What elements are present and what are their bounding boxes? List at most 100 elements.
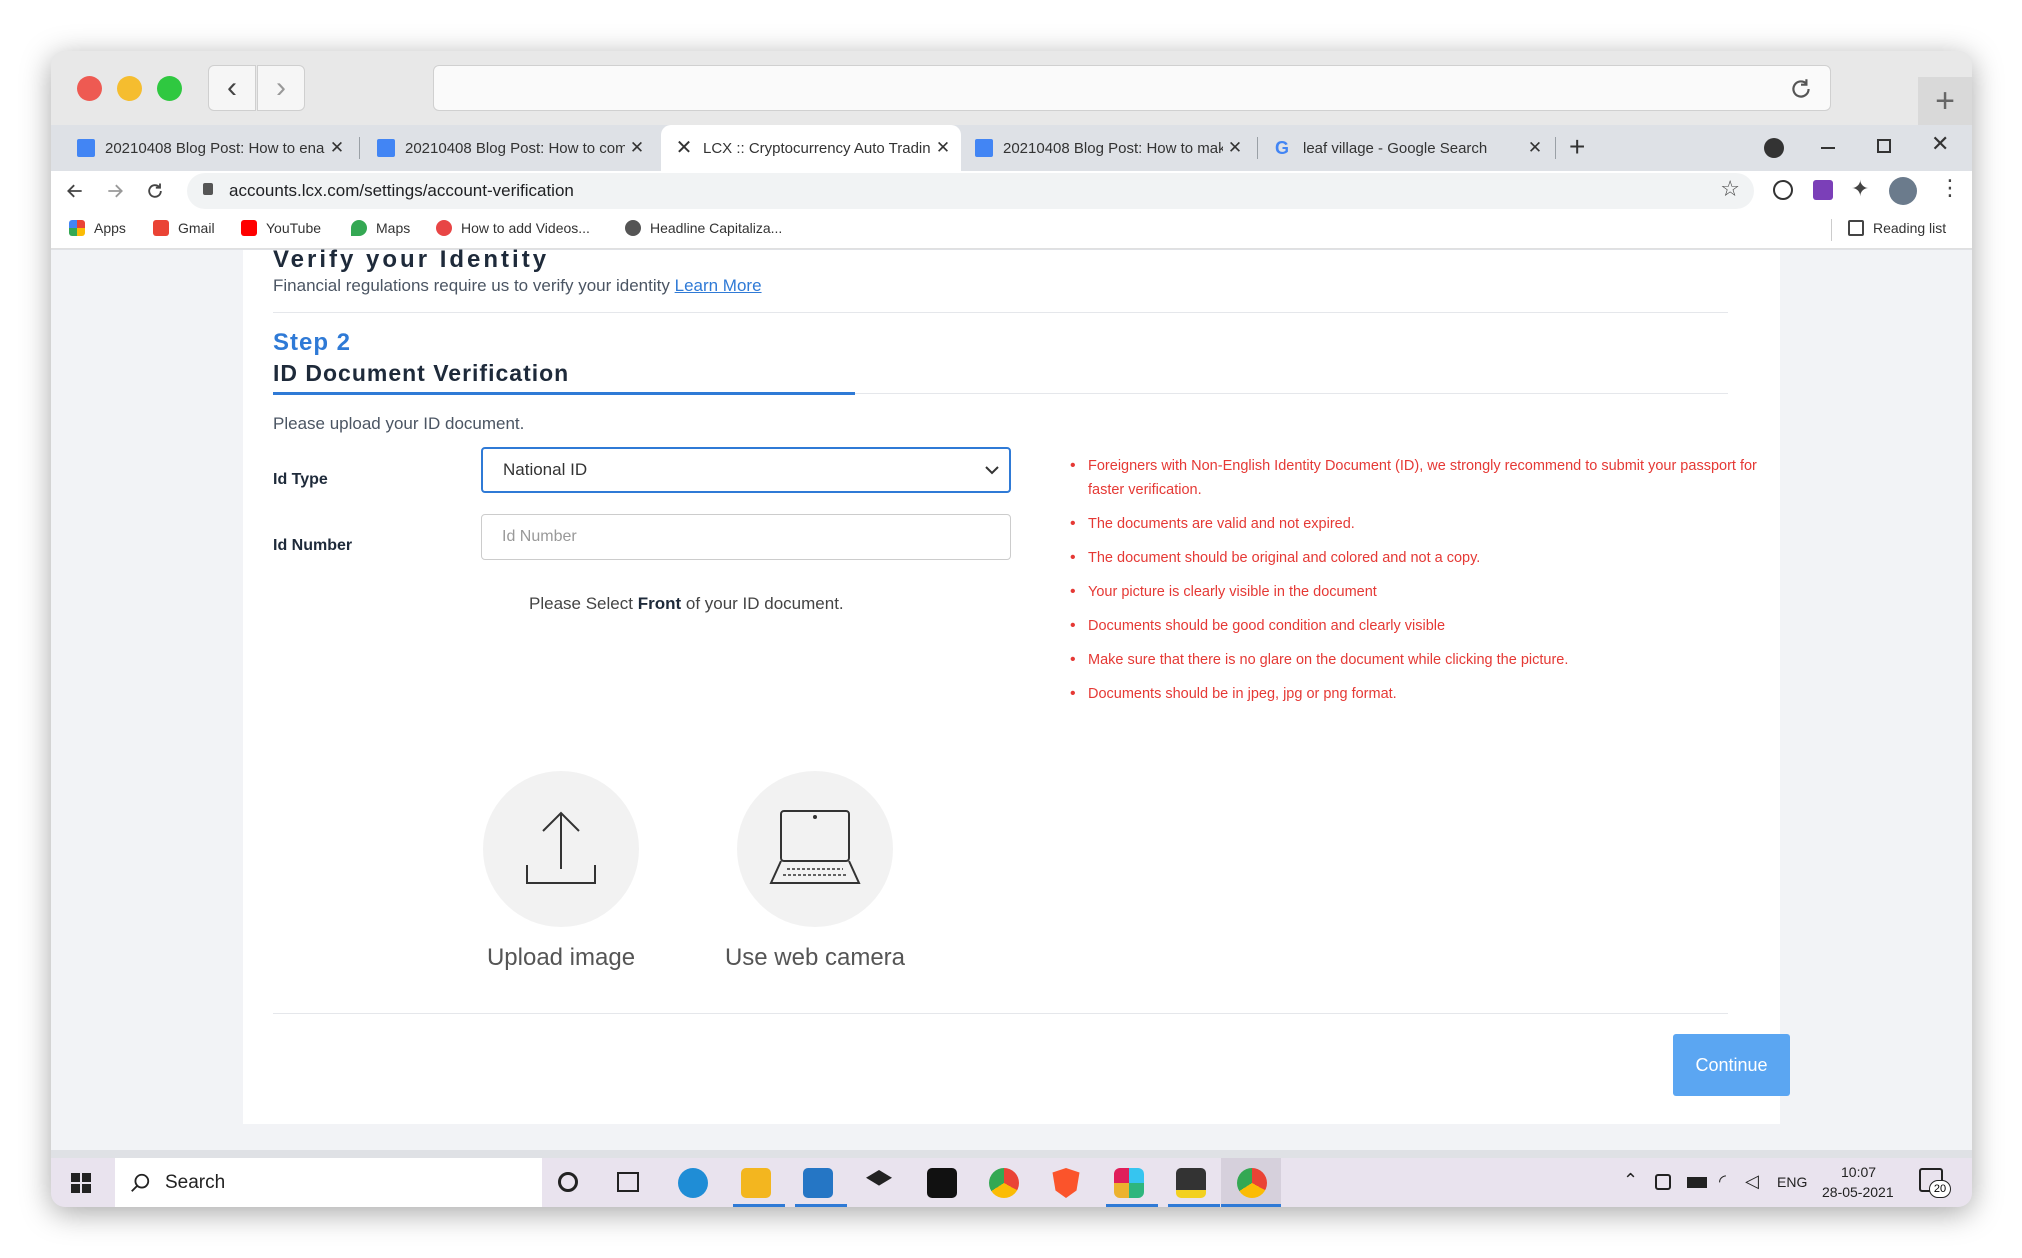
select-suffix: of your ID document.: [685, 594, 844, 613]
tab-title: 20210408 Blog Post: How to compl: [405, 139, 625, 157]
requirement-item: Documents should be good condition and c…: [1070, 614, 1445, 638]
bookmark-apps[interactable]: Apps: [69, 220, 126, 236]
step-label: Step 2: [273, 329, 352, 356]
tab-separator: [359, 137, 360, 159]
mac-back-button[interactable]: ‹: [208, 65, 256, 111]
tab-blog-post-2[interactable]: 20210408 Blog Post: How to compl ✕: [363, 125, 653, 171]
reload-icon[interactable]: [1788, 76, 1814, 102]
bookmark-videos[interactable]: How to add Videos...: [436, 220, 590, 236]
reading-list-button[interactable]: Reading list: [1848, 220, 1946, 236]
bookmark-maps[interactable]: Maps: [351, 220, 410, 236]
language-indicator[interactable]: ENG: [1777, 1174, 1807, 1190]
tab-blog-post-1[interactable]: 20210408 Blog Post: How to enable ✕: [63, 125, 353, 171]
use-web-camera-label[interactable]: Use web camera: [705, 944, 925, 972]
tray-chevron-up-icon[interactable]: ⌃: [1623, 1170, 1638, 1191]
device-icon[interactable]: [1655, 1174, 1671, 1190]
divider: [273, 312, 1728, 313]
chevron-right-icon: ›: [276, 71, 286, 104]
profile-avatar[interactable]: [1889, 177, 1917, 205]
brave-icon[interactable]: [1052, 1168, 1080, 1198]
reload-icon[interactable]: [145, 181, 165, 201]
tab-title: 20210408 Blog Post: How to enable: [105, 139, 325, 157]
upload-image-button[interactable]: [483, 771, 639, 927]
section-underline: [273, 392, 855, 395]
forward-arrow-icon[interactable]: [105, 181, 125, 201]
extension-info-icon[interactable]: [1773, 180, 1793, 200]
url-text[interactable]: accounts.lcx.com/settings/account-verifi…: [229, 181, 574, 201]
mac-forward-button[interactable]: ›: [257, 65, 305, 111]
id-number-input[interactable]: Id Number: [481, 514, 1011, 560]
cortana-icon[interactable]: [558, 1172, 578, 1192]
clock-date[interactable]: 28-05-2021: [1822, 1184, 1894, 1200]
chrome-active-icon[interactable]: [1237, 1168, 1267, 1198]
google-icon: G: [1275, 138, 1290, 158]
plus-icon: +: [1935, 81, 1955, 120]
bookmark-gmail[interactable]: Gmail: [153, 220, 215, 236]
tab-search-icon[interactable]: [1764, 138, 1784, 158]
bookmark-label: How to add Videos...: [461, 220, 590, 236]
bookmarks-bar: Apps Gmail YouTube Maps How to add Video…: [51, 211, 1972, 249]
wifi-icon[interactable]: ◜: [1719, 1171, 1726, 1192]
reading-list-label: Reading list: [1873, 220, 1947, 236]
mac-new-tab-button[interactable]: +: [1918, 77, 1972, 125]
mac-address-field[interactable]: [433, 65, 1831, 111]
requirement-item: Your picture is clearly visible in the d…: [1070, 580, 1377, 604]
extensions-puzzle-icon[interactable]: ✦: [1851, 176, 1869, 202]
maximize-window-button[interactable]: [157, 76, 182, 101]
volume-icon[interactable]: ◁: [1745, 1171, 1759, 1192]
battery-icon[interactable]: [1687, 1177, 1707, 1188]
bookmark-star-icon[interactable]: ☆: [1720, 176, 1740, 202]
chevron-left-icon: ‹: [227, 71, 237, 104]
search-icon: [131, 1173, 150, 1192]
close-tab-icon[interactable]: ✕: [325, 138, 349, 158]
upload-image-label[interactable]: Upload image: [451, 944, 671, 972]
sticky-notes-icon[interactable]: [1176, 1168, 1206, 1198]
windows-start-icon[interactable]: [71, 1173, 91, 1193]
requirement-item: The document should be original and colo…: [1070, 546, 1480, 570]
restore-icon[interactable]: [1877, 139, 1891, 153]
tab-lcx-active[interactable]: ✕ LCX :: Cryptocurrency Auto Trading ✕: [661, 125, 961, 171]
notification-count-badge: 20: [1929, 1180, 1951, 1198]
file-explorer-icon[interactable]: [741, 1168, 771, 1198]
close-tab-icon[interactable]: ✕: [931, 138, 955, 158]
close-browser-icon[interactable]: ✕: [1931, 131, 1949, 157]
omnibox[interactable]: accounts.lcx.com/settings/account-verifi…: [187, 173, 1754, 209]
id-type-value: National ID: [503, 460, 588, 479]
dropbox-icon[interactable]: [866, 1170, 892, 1186]
footer-divider: [273, 1013, 1728, 1014]
minimize-window-button[interactable]: [117, 76, 142, 101]
close-tab-icon[interactable]: ✕: [1223, 138, 1247, 158]
browser-window: ‹ › + 20210408 Blog Post: How to enable …: [51, 51, 1972, 1207]
select-front-instruction: Please Select Front of your ID document.: [529, 594, 844, 614]
new-tab-button[interactable]: +: [1569, 131, 1585, 163]
predator-icon[interactable]: [927, 1168, 957, 1198]
tab-strip: 20210408 Blog Post: How to enable ✕ 2021…: [51, 125, 1972, 171]
address-bar: accounts.lcx.com/settings/account-verifi…: [51, 171, 1972, 211]
taskbar-search-label: Search: [165, 1171, 226, 1193]
tab-title: LCX :: Cryptocurrency Auto Trading: [703, 139, 931, 157]
use-web-camera-button[interactable]: [737, 771, 893, 927]
bookmark-headline[interactable]: Headline Capitaliza...: [625, 220, 782, 236]
close-tab-icon[interactable]: ✕: [1523, 138, 1547, 158]
onenote-icon[interactable]: [1813, 180, 1833, 200]
continue-button[interactable]: Continue: [1673, 1034, 1790, 1096]
back-arrow-icon[interactable]: [65, 181, 85, 201]
chrome-icon[interactable]: [989, 1168, 1019, 1198]
mail-icon[interactable]: [803, 1168, 833, 1198]
bookmark-youtube[interactable]: YouTube: [241, 220, 321, 236]
tab-blog-post-3[interactable]: 20210408 Blog Post: How to make ✕: [961, 125, 1251, 171]
menu-kebab-icon[interactable]: ⋮: [1939, 175, 1961, 201]
close-tab-icon[interactable]: ✕: [625, 138, 649, 158]
close-window-button[interactable]: [77, 76, 102, 101]
clock-time[interactable]: 10:07: [1841, 1164, 1876, 1180]
learn-more-link[interactable]: Learn More: [675, 276, 762, 295]
tab-google-search[interactable]: G leaf village - Google Search ✕: [1261, 125, 1551, 171]
slack-icon[interactable]: [1114, 1168, 1144, 1198]
taskbar-search-box[interactable]: Search: [115, 1158, 542, 1207]
minimize-icon[interactable]: [1821, 147, 1835, 149]
id-type-label: Id Type: [273, 471, 328, 488]
task-view-icon[interactable]: [617, 1172, 639, 1192]
edge-icon[interactable]: [678, 1168, 708, 1198]
id-type-select[interactable]: National ID: [481, 447, 1011, 493]
docs-icon: [975, 139, 993, 157]
